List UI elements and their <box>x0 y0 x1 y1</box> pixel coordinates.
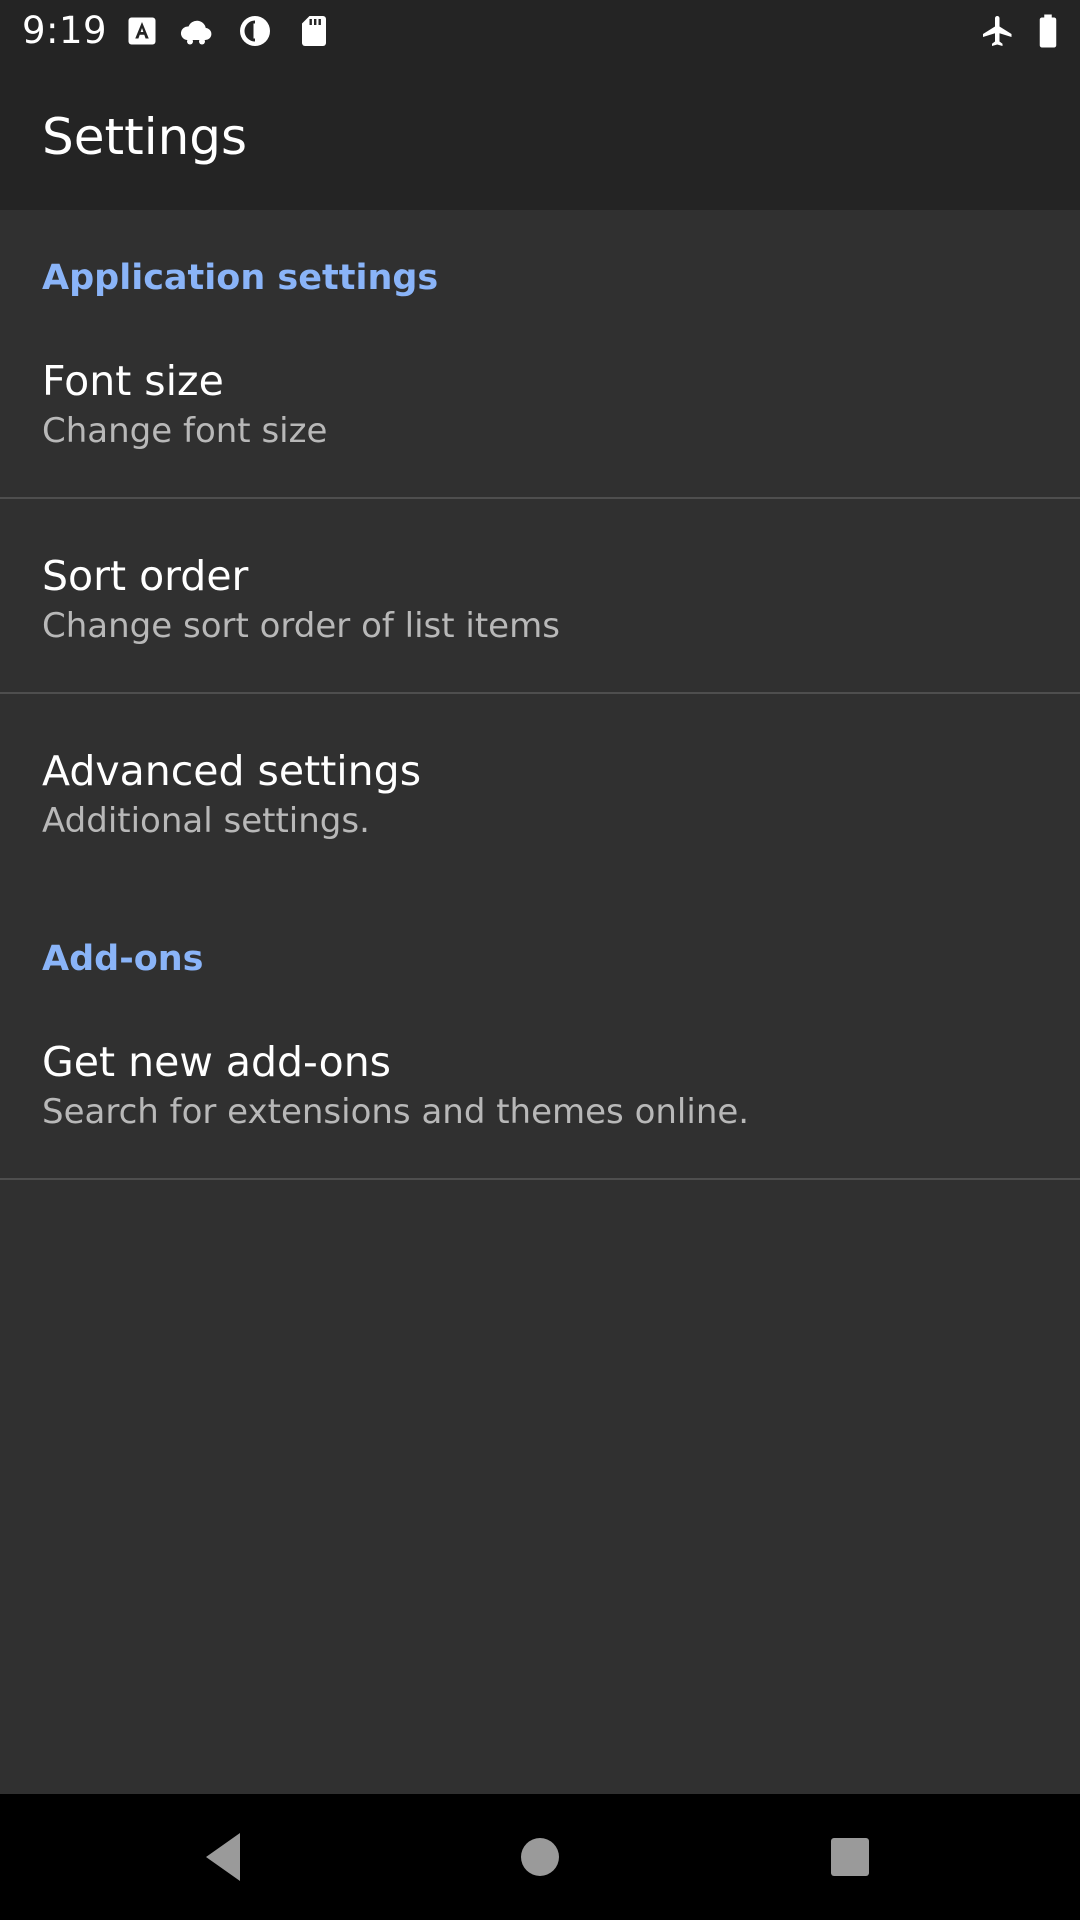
home-icon[interactable] <box>508 1825 572 1889</box>
app-bar: Settings <box>0 63 1080 210</box>
pref-title: Font size <box>42 357 224 405</box>
pref-advanced-settings[interactable]: Advanced settings Additional settings. <box>0 745 1080 939</box>
battery-icon <box>1030 13 1066 49</box>
settings-screen: 9:19 Settings Application settings Font … <box>0 0 1080 1920</box>
pref-title: Sort order <box>42 552 249 600</box>
pref-summary: Change font size <box>42 411 328 451</box>
sd-card-icon <box>296 13 332 49</box>
pref-summary: Additional settings. <box>42 801 370 841</box>
pref-font-size[interactable]: Font size Change font size <box>0 355 1080 549</box>
back-icon[interactable] <box>194 1825 258 1889</box>
page-title: Settings <box>42 108 248 166</box>
divider <box>0 692 1080 694</box>
pref-get-new-add-ons[interactable]: Get new add-ons Search for extensions an… <box>0 1036 1080 1230</box>
pref-summary: Change sort order of list items <box>42 606 560 646</box>
status-bar: 9:19 <box>0 0 1080 63</box>
font-a-icon <box>124 13 160 49</box>
settings-list: Application settings Font size Change fo… <box>0 210 1080 1794</box>
pref-sort-order[interactable]: Sort order Change sort order of list ite… <box>0 550 1080 744</box>
status-time: 9:19 <box>22 9 108 52</box>
recents-icon[interactable] <box>818 1825 882 1889</box>
pref-title: Advanced settings <box>42 747 422 795</box>
navigation-bar <box>0 1794 1080 1920</box>
category-add-ons: Add-ons <box>42 939 204 979</box>
pref-title: Get new add-ons <box>42 1038 392 1086</box>
divider <box>0 1178 1080 1180</box>
pref-summary: Search for extensions and themes online. <box>42 1092 750 1132</box>
category-application-settings: Application settings <box>42 258 439 298</box>
divider <box>0 497 1080 499</box>
airplane-icon <box>980 13 1016 49</box>
cloud-icon <box>178 13 214 49</box>
sync-icon <box>237 13 273 49</box>
